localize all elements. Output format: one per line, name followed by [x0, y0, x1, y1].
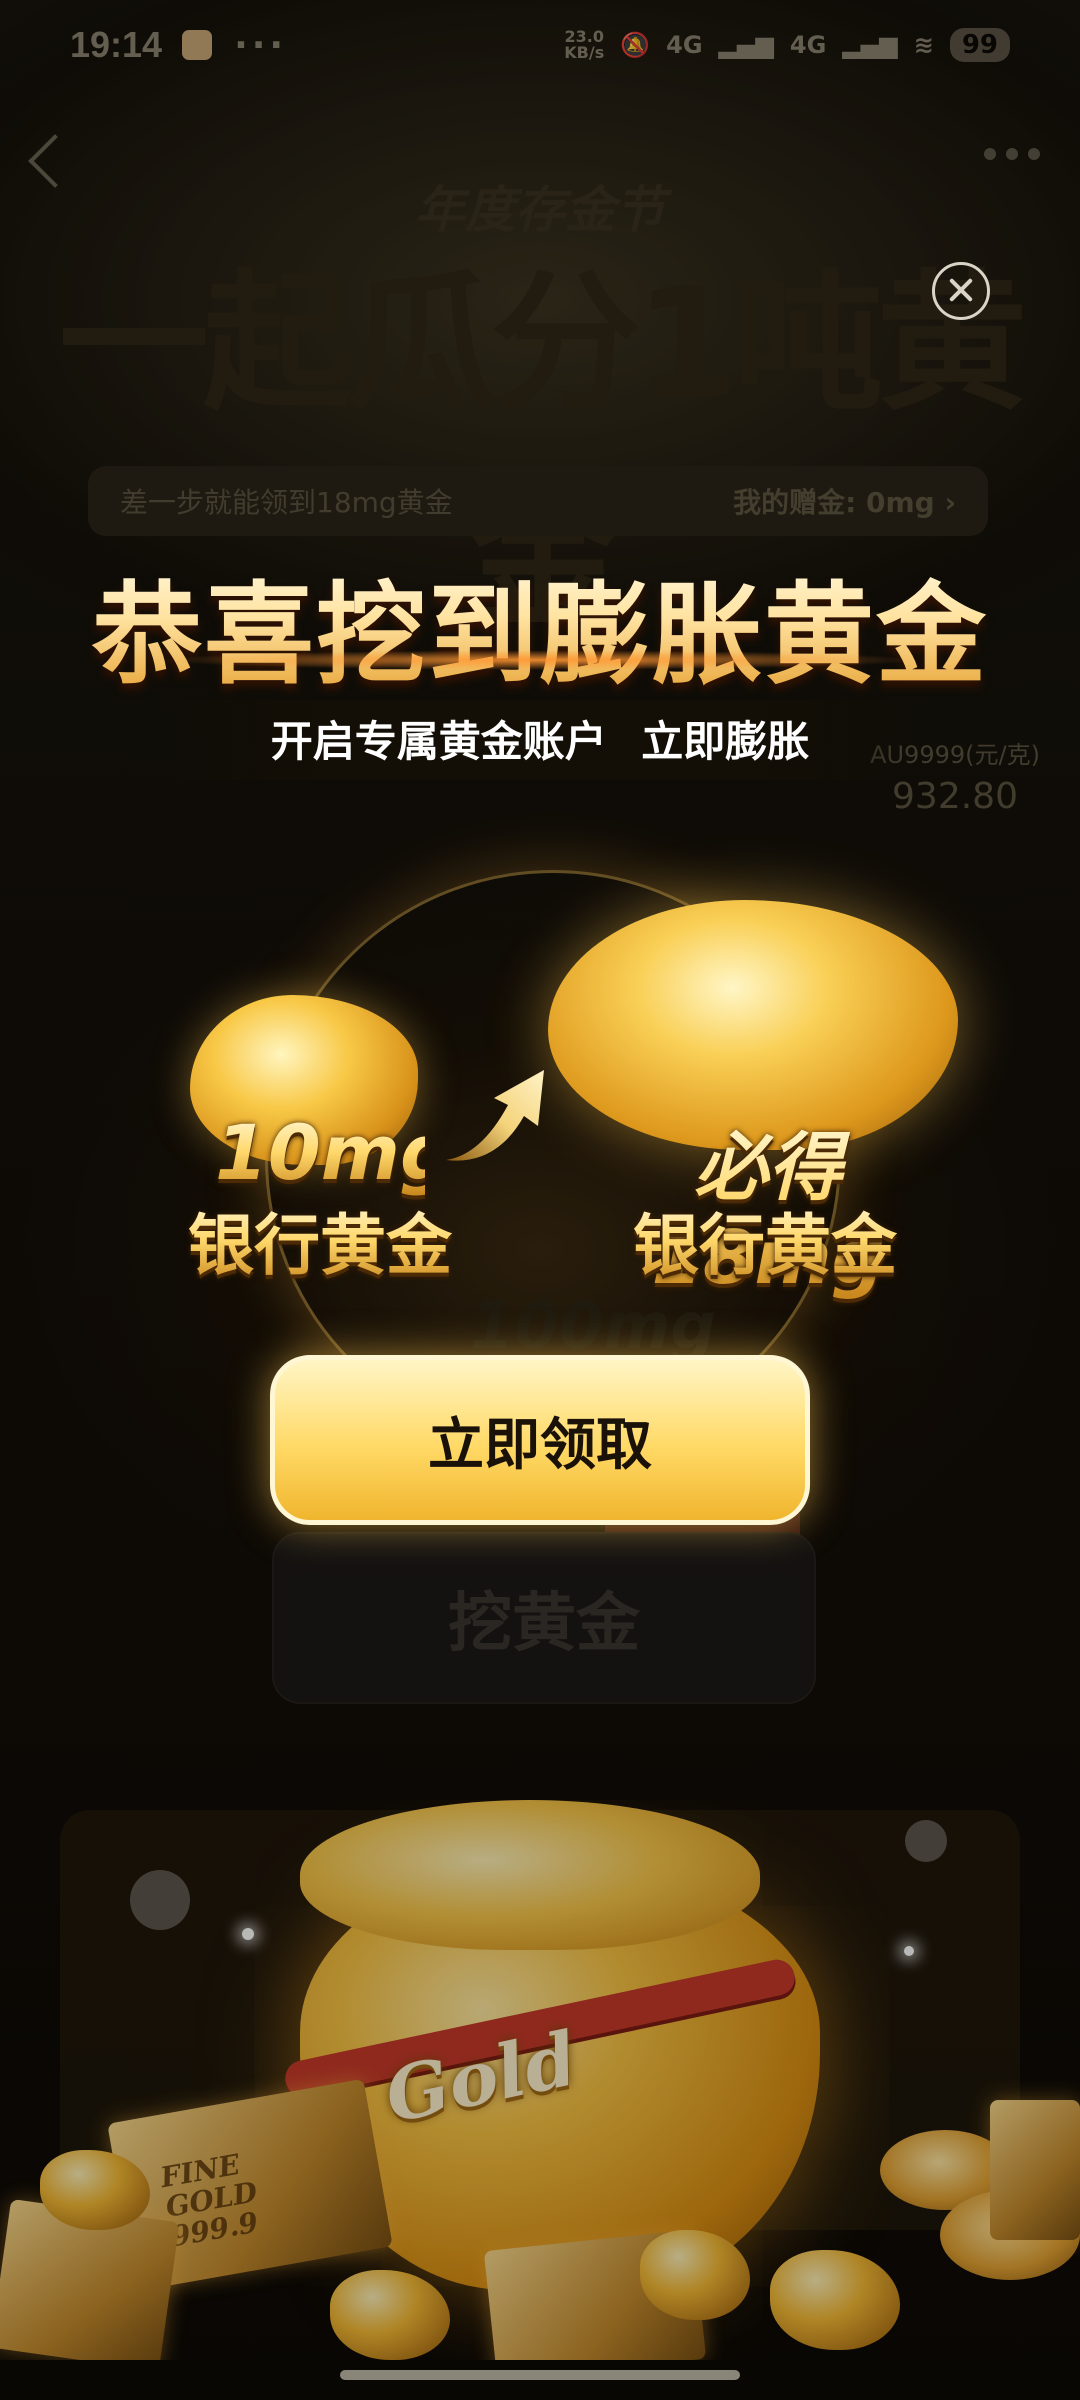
close-icon[interactable]	[932, 262, 990, 320]
title-glow	[160, 650, 920, 670]
large-reward-label: 银行黄金	[625, 1192, 905, 1288]
arrow-up-right-icon	[446, 1070, 544, 1161]
popup-subtitle: 开启专属黄金账户 立即膨胀	[270, 717, 810, 766]
home-indicator[interactable]	[340, 2370, 740, 2380]
small-reward-label: 银行黄金	[180, 1192, 460, 1288]
small-reward-amount: 10mg	[215, 1108, 455, 1197]
claim-now-button[interactable]: 立即领取	[270, 1355, 810, 1525]
popup-title: 恭喜挖到膨胀黄金	[0, 545, 1080, 705]
